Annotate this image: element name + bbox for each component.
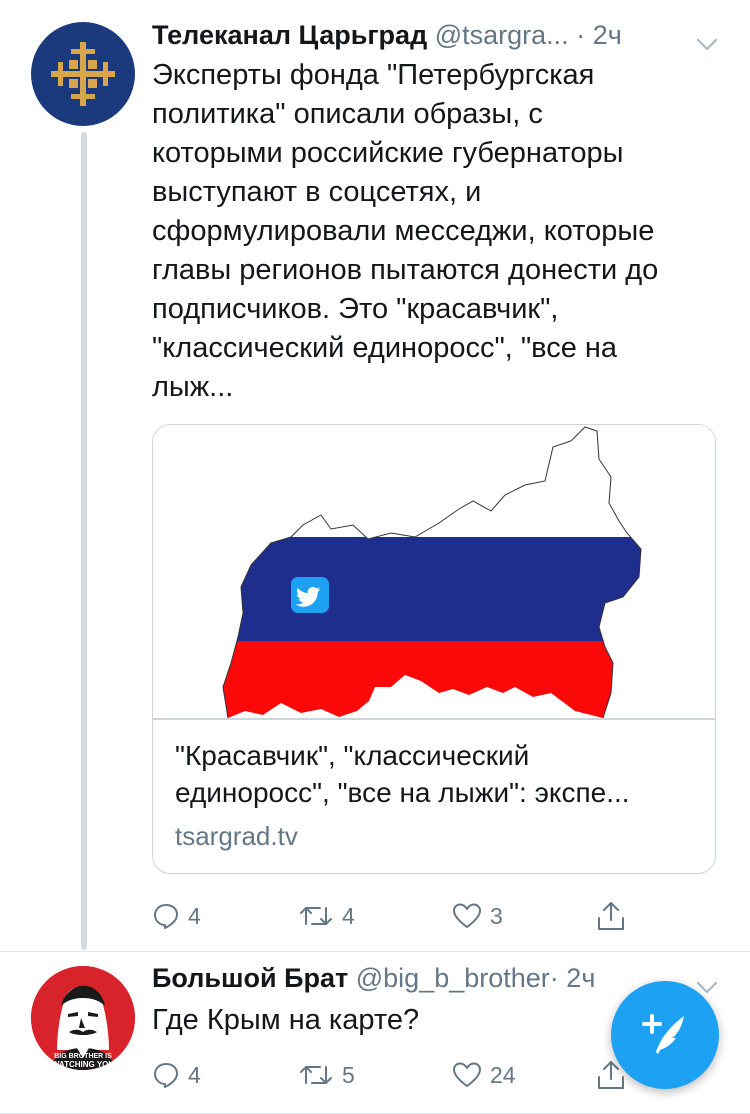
card-domain[interactable]: tsargrad.tv — [175, 819, 298, 853]
share-button[interactable] — [596, 898, 626, 934]
reply-button[interactable]: 4 — [152, 898, 201, 934]
reply-button[interactable]: 4 — [152, 1057, 201, 1093]
compose-tweet-icon — [636, 1004, 694, 1067]
tweet-time-separator: · — [576, 20, 593, 50]
retweet-icon — [298, 1061, 334, 1089]
reply-icon — [152, 1061, 180, 1089]
avatar-big-brother[interactable]: BIG BROTHER IS WATCHING YOU — [31, 966, 135, 1070]
like-count: 3 — [490, 902, 503, 929]
retweet-count: 5 — [342, 1061, 355, 1088]
heart-icon — [452, 1061, 482, 1089]
avatar-caption-line-1: BIG BROTHER IS — [54, 1053, 112, 1060]
thread-connector-line — [81, 132, 87, 950]
tweet-tsargrad[interactable]: Телеканал Царьград @tsargra... · 2ч Эксп… — [0, 0, 750, 952]
link-preview-card[interactable]: "Красавчик", "классический единоросс", "… — [152, 424, 716, 874]
reply-icon — [152, 902, 180, 930]
share-icon — [596, 900, 626, 932]
author-name[interactable]: Телеканал Царьград — [152, 20, 427, 50]
tweet-timestamp[interactable]: 2ч — [566, 963, 595, 993]
twitter-bird-icon — [291, 577, 329, 613]
retweet-icon — [298, 902, 334, 930]
tweet-header: Телеканал Царьград @tsargra... · 2ч — [152, 17, 720, 53]
card-title[interactable]: "Красавчик", "классический единоросс", "… — [175, 737, 695, 811]
tweet-timestamp[interactable]: 2ч — [593, 20, 622, 50]
like-button[interactable]: 24 — [452, 1057, 516, 1093]
retweet-button[interactable]: 4 — [298, 898, 355, 934]
compose-tweet-button[interactable] — [611, 981, 719, 1089]
like-count: 24 — [490, 1061, 516, 1088]
tweet-text: Эксперты фонда "Петербургская политика" … — [152, 59, 659, 403]
retweet-button[interactable]: 5 — [298, 1057, 355, 1093]
avatar-caption-line-2: WATCHING YOU — [52, 1060, 115, 1069]
retweet-count: 4 — [342, 902, 355, 929]
heart-icon — [452, 902, 482, 930]
author-handle[interactable]: @tsargra... — [435, 20, 569, 50]
author-name[interactable]: Большой Брат — [152, 963, 348, 993]
avatar-tsargrad[interactable] — [31, 22, 135, 126]
like-button[interactable]: 3 — [452, 898, 503, 934]
reply-count: 4 — [188, 1061, 201, 1088]
reply-count: 4 — [188, 902, 201, 929]
card-image-russia-flag-map — [153, 425, 715, 719]
tweet-time-separator: · — [549, 963, 559, 993]
tweet-actions: 4 5 24 — [152, 1057, 652, 1093]
big-brother-poster-icon: BIG BROTHER IS WATCHING YOU — [31, 966, 135, 1070]
tsargrad-emblem-icon — [51, 42, 115, 106]
card-divider — [153, 718, 715, 720]
author-handle[interactable]: @big_b_brother — [356, 963, 550, 993]
tweet-actions: 4 4 3 — [152, 898, 652, 934]
